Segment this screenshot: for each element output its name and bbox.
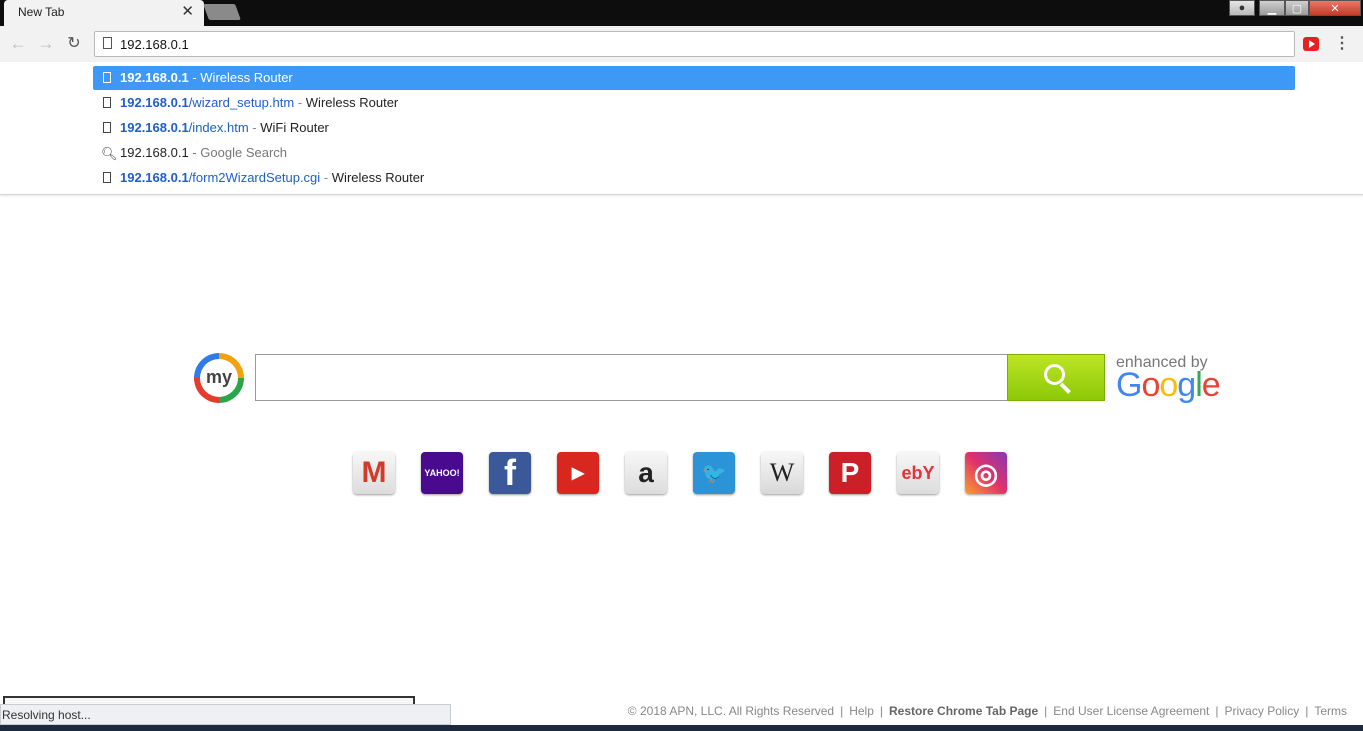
page-icon [103, 37, 112, 49]
suggestion-item[interactable]: 192.168.0.1/wizard_setup.htm - Wireless … [93, 91, 1295, 115]
suggestion-url-path: /form2WizardSetup.cgi [188, 170, 321, 185]
suggestion-title: Google Search [200, 145, 288, 160]
search-input[interactable] [255, 354, 1008, 401]
google-logo: Google [1116, 366, 1221, 404]
search-icon: 🔍︎ [101, 146, 118, 161]
suggestion-title: WiFi Router [260, 120, 329, 135]
suggestion-url: 192.168.0.1 [120, 70, 189, 85]
suggestion-title: Wireless Router [305, 95, 399, 110]
page-icon [103, 172, 111, 183]
page-icon [103, 122, 111, 133]
gmail-icon[interactable]: M [353, 452, 395, 494]
suggestion-item[interactable]: 192.168.0.1/index.htm - WiFi Router [93, 116, 1295, 140]
eula-link[interactable]: End User License Agreement [1053, 704, 1209, 718]
tab-new-tab[interactable]: New Tab ✕ [4, 0, 204, 26]
separator: - [252, 120, 257, 135]
ebay-icon[interactable]: ebY [897, 452, 939, 494]
wikipedia-icon[interactable]: W [761, 452, 803, 494]
facebook-icon[interactable]: f [489, 452, 531, 494]
suggestion-url: 192.168.0.1 [120, 170, 189, 185]
window-close-button[interactable]: ✕ [1309, 0, 1361, 16]
suggestion-item[interactable]: 192.168.0.1/form2WizardSetup.cgi - Wirel… [93, 166, 1295, 190]
back-arrow-icon[interactable]: ← [8, 34, 28, 54]
address-text[interactable]: 192.168.0.1 [120, 37, 189, 52]
pinterest-icon[interactable]: P [829, 452, 871, 494]
privacy-link[interactable]: Privacy Policy [1225, 704, 1300, 718]
suggestion-url-path: /wizard_setup.htm [188, 95, 295, 110]
address-bar[interactable]: 192.168.0.1 [94, 31, 1295, 57]
suggestion-url-path: /index.htm [188, 120, 249, 135]
separator: - [323, 170, 329, 185]
suggestion-title: Wireless Router [331, 170, 425, 185]
amazon-icon[interactable]: a [625, 452, 667, 494]
tab-title: New Tab [18, 5, 65, 19]
footer-links: © 2018 APN, LLC. All Rights Reserved | Hel… [627, 704, 1347, 718]
notice-bar [3, 696, 415, 704]
separator: - [192, 145, 197, 160]
search-button[interactable] [1007, 354, 1105, 401]
taskbar [0, 725, 1363, 731]
separator: - [192, 70, 197, 85]
my-logo: my [194, 353, 244, 403]
youtube-icon[interactable]: ▶ [557, 452, 599, 494]
tab-strip: New Tab ✕ ● ▁ ▢ ✕ [0, 0, 1363, 26]
instagram-icon[interactable]: ◎ [965, 452, 1007, 494]
status-bubble: Resolving host... [0, 704, 451, 725]
omnibox-suggestions: 192.168.0.1 - Wireless Router 192.168.0.… [0, 62, 1363, 195]
menu-icon[interactable]: ⋮ [1334, 34, 1350, 54]
suggestion-query: 192.168.0.1 [120, 145, 189, 160]
page-icon [103, 72, 111, 83]
browser-toolbar: ← → ↻ 192.168.0.1 ⋮ [0, 26, 1363, 62]
forward-arrow-icon[interactable]: → [36, 34, 56, 54]
youtube-extension-icon[interactable] [1303, 37, 1319, 51]
reload-icon[interactable]: ↻ [64, 34, 84, 54]
suggestion-item[interactable]: 192.168.0.1 - Wireless Router [93, 66, 1295, 90]
suggestion-url: 192.168.0.1 [120, 120, 189, 135]
user-profile-icon[interactable]: ● [1229, 0, 1255, 16]
logo-text: my [200, 359, 238, 397]
page-icon [103, 97, 111, 108]
yahoo-icon[interactable]: YAHOO! [421, 452, 463, 494]
suggestion-title: Wireless Router [200, 70, 293, 85]
suggestion-item[interactable]: 🔍︎ 192.168.0.1 - Google Search [93, 141, 1295, 165]
new-tab-button[interactable] [203, 4, 241, 20]
help-link[interactable]: Help [849, 704, 874, 718]
restore-link[interactable]: Restore Chrome Tab Page [889, 704, 1038, 718]
terms-link[interactable]: Terms [1314, 704, 1347, 718]
maximize-button[interactable]: ▢ [1285, 0, 1309, 16]
copyright-text: © 2018 APN, LLC. All Rights Reserved [627, 704, 835, 718]
twitter-icon[interactable]: 🐦 [693, 452, 735, 494]
suggestion-url: 192.168.0.1 [120, 95, 189, 110]
minimize-button[interactable]: ▁ [1259, 0, 1285, 16]
close-icon[interactable]: ✕ [181, 3, 194, 21]
separator: - [297, 95, 303, 110]
